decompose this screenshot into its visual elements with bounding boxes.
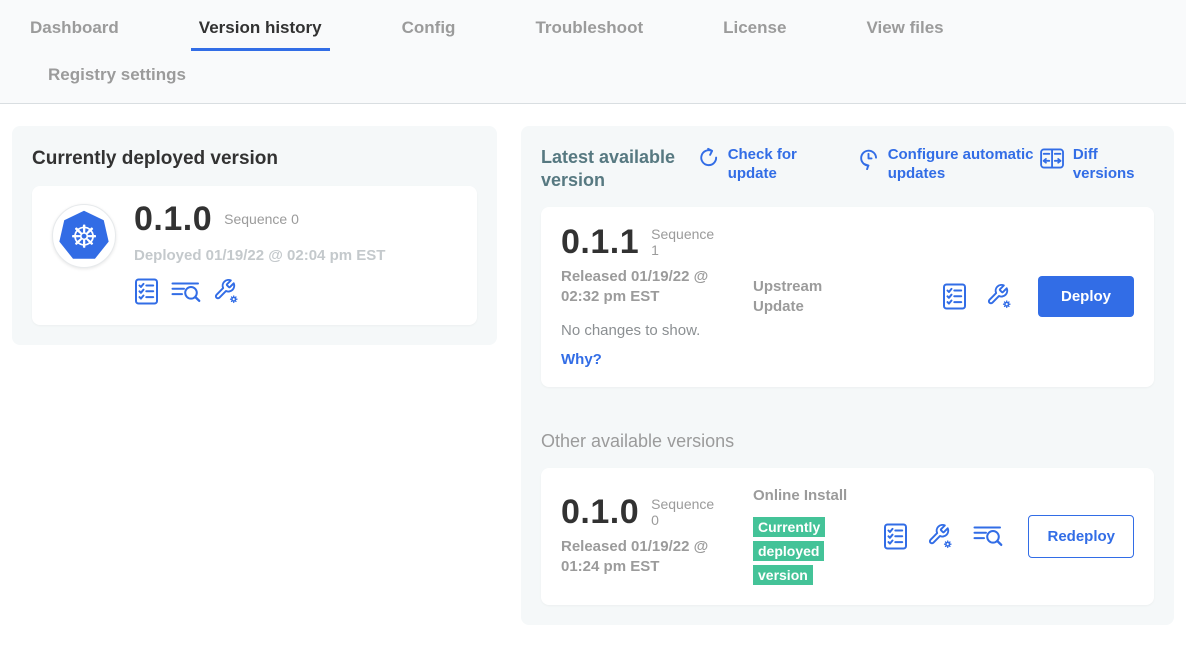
- latest-sequence-label: Sequence 1: [651, 226, 717, 258]
- deployed-action-icons: [134, 278, 385, 305]
- check-for-update-link[interactable]: Check for update: [698, 146, 812, 184]
- nav-tab-row: Dashboard Version history Config Trouble…: [22, 14, 1186, 51]
- other-released-timestamp: Released 01/19/22 @ 01:24 pm EST: [561, 537, 743, 578]
- latest-version-actions: Deploy: [942, 276, 1134, 317]
- other-version-number: 0.1.0: [561, 495, 639, 529]
- deployed-panel-title: Currently deployed version: [32, 148, 477, 170]
- other-versions-title: Other available versions: [541, 431, 1154, 452]
- deploy-button[interactable]: Deploy: [1038, 276, 1134, 317]
- text-search-icon[interactable]: [171, 279, 201, 305]
- tab-config[interactable]: Config: [394, 14, 464, 51]
- deployed-version-card: ☸ 0.1.0 Sequence 0 Deployed 01/19/22 @ 0…: [32, 186, 477, 325]
- tab-version-history[interactable]: Version history: [191, 14, 330, 51]
- other-sequence-label: Sequence 0: [651, 496, 717, 528]
- deployed-sequence-label: Sequence 0: [224, 211, 299, 227]
- wrench-gear-icon[interactable]: [927, 523, 954, 550]
- deployed-version-number: 0.1.0: [134, 202, 212, 236]
- app-nav: Dashboard Version history Config Trouble…: [0, 0, 1186, 104]
- other-source-label: Online Install: [753, 486, 873, 506]
- text-search-icon[interactable]: [973, 523, 1003, 549]
- nav-tab-row-2: Registry settings: [22, 51, 1186, 103]
- tab-view-files[interactable]: View files: [858, 14, 951, 51]
- checklist-icon[interactable]: [134, 278, 159, 305]
- diff-versions-link[interactable]: Diff versions: [1040, 146, 1154, 184]
- schedule-update-icon: [858, 147, 879, 170]
- tab-license[interactable]: License: [715, 14, 794, 51]
- tab-dashboard[interactable]: Dashboard: [22, 14, 127, 51]
- other-version-actions: Redeploy: [883, 515, 1134, 558]
- wrench-gear-icon[interactable]: [213, 278, 240, 305]
- page-content: Currently deployed version ☸ 0.1.0 Seque…: [0, 104, 1186, 647]
- latest-version-source: Upstream Update: [753, 277, 873, 316]
- app-logo: ☸: [52, 204, 116, 268]
- configure-automatic-updates-link[interactable]: Configure automatic updates: [858, 146, 1040, 184]
- latest-version-number: 0.1.1: [561, 225, 639, 259]
- currently-deployed-badge: Currently deployed version: [753, 517, 825, 585]
- other-version-info: 0.1.0 Sequence 0 Released 01/19/22 @ 01:…: [561, 495, 743, 578]
- deployed-version-info: 0.1.0 Sequence 0 Deployed 01/19/22 @ 02:…: [134, 202, 385, 305]
- diff-icon: [1040, 147, 1064, 170]
- deployed-timestamp: Deployed 01/19/22 @ 02:04 pm EST: [134, 247, 385, 264]
- other-version-card: 0.1.0 Sequence 0 Released 01/19/22 @ 01:…: [541, 468, 1154, 606]
- latest-version-card: 0.1.1 Sequence 1 Released 01/19/22 @ 02:…: [541, 207, 1154, 387]
- available-panel-title: Latest available version: [541, 146, 690, 191]
- available-versions-panel: Latest available version Check for updat…: [521, 126, 1174, 625]
- no-changes-text: No changes to show.: [561, 322, 743, 339]
- why-link[interactable]: Why?: [561, 351, 602, 368]
- redeploy-button[interactable]: Redeploy: [1028, 515, 1134, 558]
- wrench-gear-icon[interactable]: [986, 283, 1013, 310]
- currently-deployed-badge-wrap: Currently deployed version: [753, 515, 835, 587]
- available-panel-header: Latest available version Check for updat…: [541, 146, 1154, 191]
- currently-deployed-panel: Currently deployed version ☸ 0.1.0 Seque…: [12, 126, 497, 345]
- tab-registry-settings[interactable]: Registry settings: [40, 61, 194, 89]
- checklist-icon[interactable]: [883, 523, 908, 550]
- latest-version-info: 0.1.1 Sequence 1 Released 01/19/22 @ 02:…: [561, 225, 743, 369]
- checklist-icon[interactable]: [942, 283, 967, 310]
- kubernetes-helm-icon: ☸: [57, 209, 111, 263]
- tab-troubleshoot[interactable]: Troubleshoot: [527, 14, 651, 51]
- svg-text:☸: ☸: [70, 220, 98, 256]
- other-version-source: Online Install Currently deployed versio…: [753, 486, 873, 588]
- latest-released-timestamp: Released 01/19/22 @ 02:32 pm EST: [561, 267, 743, 308]
- refresh-icon: [698, 147, 719, 169]
